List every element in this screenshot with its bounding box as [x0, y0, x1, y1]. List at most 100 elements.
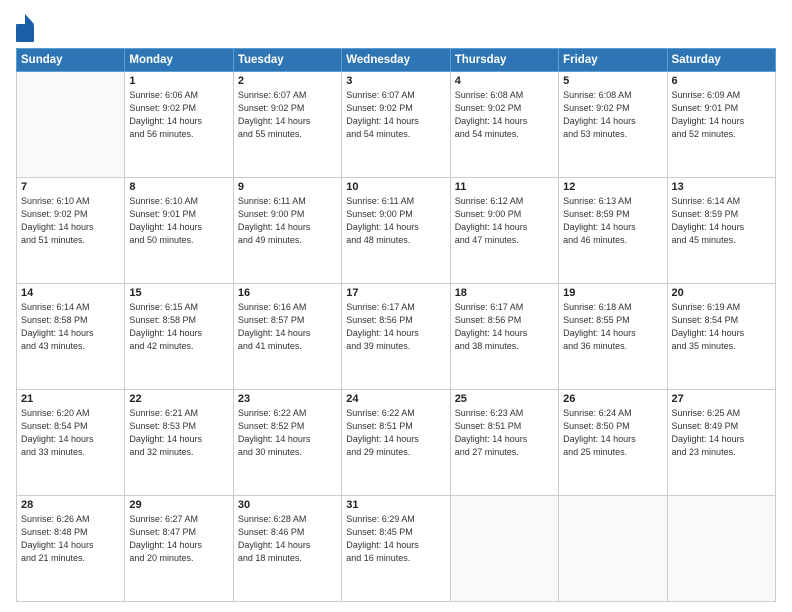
calendar-cell: 1 Sunrise: 6:06 AMSunset: 9:02 PMDaylight…	[125, 72, 233, 178]
day-number: 16	[238, 287, 337, 299]
calendar-cell: 27 Sunrise: 6:25 AMSunset: 8:49 PMDayligh…	[667, 390, 775, 496]
calendar-cell: 18 Sunrise: 6:17 AMSunset: 8:56 PMDayligh…	[450, 284, 558, 390]
day-number: 6	[672, 75, 771, 87]
cell-info: Sunrise: 6:21 AMSunset: 8:53 PMDaylight:…	[129, 407, 228, 459]
calendar-cell: 24 Sunrise: 6:22 AMSunset: 8:51 PMDayligh…	[342, 390, 450, 496]
cell-info: Sunrise: 6:14 AMSunset: 8:58 PMDaylight:…	[21, 301, 120, 353]
calendar-cell: 28 Sunrise: 6:26 AMSunset: 8:48 PMDayligh…	[17, 496, 125, 602]
calendar-cell	[559, 496, 667, 602]
day-number: 3	[346, 75, 445, 87]
cell-info: Sunrise: 6:09 AMSunset: 9:01 PMDaylight:…	[672, 89, 771, 141]
calendar-day-header: Tuesday	[233, 49, 341, 72]
calendar-day-header: Thursday	[450, 49, 558, 72]
cell-info: Sunrise: 6:08 AMSunset: 9:02 PMDaylight:…	[563, 89, 662, 141]
calendar-cell: 14 Sunrise: 6:14 AMSunset: 8:58 PMDayligh…	[17, 284, 125, 390]
calendar-day-header: Sunday	[17, 49, 125, 72]
day-number: 22	[129, 393, 228, 405]
day-number: 18	[455, 287, 554, 299]
calendar-cell: 19Sunrise: 6:18 AMSunset: 8:55 PMDayligh…	[559, 284, 667, 390]
cell-info: Sunrise: 6:15 AMSunset: 8:58 PMDaylight:…	[129, 301, 228, 353]
cell-info: Sunrise: 6:10 AMSunset: 9:02 PMDaylight:…	[21, 195, 120, 247]
calendar-day-header: Monday	[125, 49, 233, 72]
calendar-cell	[667, 496, 775, 602]
day-number: 30	[238, 499, 337, 511]
calendar-cell: 21 Sunrise: 6:20 AMSunset: 8:54 PMDayligh…	[17, 390, 125, 496]
calendar-cell: 25Sunrise: 6:23 AMSunset: 8:51 PMDayligh…	[450, 390, 558, 496]
day-number: 13	[672, 181, 771, 193]
calendar-cell	[450, 496, 558, 602]
cell-info: Sunrise: 6:25 AMSunset: 8:49 PMDaylight:…	[672, 407, 771, 459]
calendar-cell: 29 Sunrise: 6:27 AMSunset: 8:47 PMDayligh…	[125, 496, 233, 602]
day-number: 24	[346, 393, 445, 405]
day-number: 9	[238, 181, 337, 193]
cell-info: Sunrise: 6:17 AMSunset: 8:56 PMDaylight:…	[455, 301, 554, 353]
cell-info: Sunrise: 6:18 AMSunset: 8:55 PMDaylight:…	[563, 301, 662, 353]
day-number: 28	[21, 499, 120, 511]
cell-info: Sunrise: 6:14 AMSunset: 8:59 PMDaylight:…	[672, 195, 771, 247]
calendar-cell: 15Sunrise: 6:15 AMSunset: 8:58 PMDayligh…	[125, 284, 233, 390]
day-number: 10	[346, 181, 445, 193]
day-number: 23	[238, 393, 337, 405]
cell-info: Sunrise: 6:22 AMSunset: 8:52 PMDaylight:…	[238, 407, 337, 459]
cell-info: Sunrise: 6:28 AMSunset: 8:46 PMDaylight:…	[238, 513, 337, 565]
calendar-cell: 13 Sunrise: 6:14 AMSunset: 8:59 PMDayligh…	[667, 178, 775, 284]
calendar-cell: 10Sunrise: 6:11 AMSunset: 9:00 PMDayligh…	[342, 178, 450, 284]
cell-info: Sunrise: 6:17 AMSunset: 8:56 PMDaylight:…	[346, 301, 445, 353]
calendar-cell: 4 Sunrise: 6:08 AMSunset: 9:02 PMDaylight…	[450, 72, 558, 178]
cell-info: Sunrise: 6:20 AMSunset: 8:54 PMDaylight:…	[21, 407, 120, 459]
day-number: 31	[346, 499, 445, 511]
day-number: 2	[238, 75, 337, 87]
calendar-cell: 30 Sunrise: 6:28 AMSunset: 8:46 PMDayligh…	[233, 496, 341, 602]
header	[16, 10, 776, 42]
calendar-cell: 26 Sunrise: 6:24 AMSunset: 8:50 PMDayligh…	[559, 390, 667, 496]
cell-info: Sunrise: 6:27 AMSunset: 8:47 PMDaylight:…	[129, 513, 228, 565]
day-number: 29	[129, 499, 228, 511]
calendar-cell	[17, 72, 125, 178]
cell-info: Sunrise: 6:10 AMSunset: 9:01 PMDaylight:…	[129, 195, 228, 247]
calendar-cell: 8Sunrise: 6:10 AMSunset: 9:01 PMDaylight…	[125, 178, 233, 284]
day-number: 21	[21, 393, 120, 405]
calendar-cell: 7 Sunrise: 6:10 AMSunset: 9:02 PMDaylight…	[17, 178, 125, 284]
cell-info: Sunrise: 6:22 AMSunset: 8:51 PMDaylight:…	[346, 407, 445, 459]
calendar-cell: 16 Sunrise: 6:16 AMSunset: 8:57 PMDayligh…	[233, 284, 341, 390]
day-number: 5	[563, 75, 662, 87]
calendar-cell: 22 Sunrise: 6:21 AMSunset: 8:53 PMDayligh…	[125, 390, 233, 496]
calendar-week-row: 7 Sunrise: 6:10 AMSunset: 9:02 PMDaylight…	[17, 178, 776, 284]
cell-info: Sunrise: 6:26 AMSunset: 8:48 PMDaylight:…	[21, 513, 120, 565]
cell-info: Sunrise: 6:07 AMSunset: 9:02 PMDaylight:…	[238, 89, 337, 141]
cell-info: Sunrise: 6:16 AMSunset: 8:57 PMDaylight:…	[238, 301, 337, 353]
calendar-week-row: 28 Sunrise: 6:26 AMSunset: 8:48 PMDayligh…	[17, 496, 776, 602]
calendar-day-header: Wednesday	[342, 49, 450, 72]
calendar-week-row: 21 Sunrise: 6:20 AMSunset: 8:54 PMDayligh…	[17, 390, 776, 496]
calendar-cell: 20Sunrise: 6:19 AMSunset: 8:54 PMDayligh…	[667, 284, 775, 390]
calendar-cell: 9 Sunrise: 6:11 AMSunset: 9:00 PMDaylight…	[233, 178, 341, 284]
calendar-day-header: Friday	[559, 49, 667, 72]
day-number: 26	[563, 393, 662, 405]
page: SundayMondayTuesdayWednesdayThursdayFrid…	[0, 0, 792, 612]
calendar-table: SundayMondayTuesdayWednesdayThursdayFrid…	[16, 48, 776, 602]
calendar-cell: 11 Sunrise: 6:12 AMSunset: 9:00 PMDayligh…	[450, 178, 558, 284]
day-number: 1	[129, 75, 228, 87]
day-number: 12	[563, 181, 662, 193]
cell-info: Sunrise: 6:11 AMSunset: 9:00 PMDaylight:…	[238, 195, 337, 247]
calendar-cell: 31Sunrise: 6:29 AMSunset: 8:45 PMDayligh…	[342, 496, 450, 602]
day-number: 27	[672, 393, 771, 405]
day-number: 17	[346, 287, 445, 299]
cell-info: Sunrise: 6:12 AMSunset: 9:00 PMDaylight:…	[455, 195, 554, 247]
cell-info: Sunrise: 6:08 AMSunset: 9:02 PMDaylight:…	[455, 89, 554, 141]
calendar-cell: 3 Sunrise: 6:07 AMSunset: 9:02 PMDaylight…	[342, 72, 450, 178]
day-number: 25	[455, 393, 554, 405]
calendar-cell: 23 Sunrise: 6:22 AMSunset: 8:52 PMDayligh…	[233, 390, 341, 496]
day-number: 14	[21, 287, 120, 299]
cell-info: Sunrise: 6:13 AMSunset: 8:59 PMDaylight:…	[563, 195, 662, 247]
day-number: 11	[455, 181, 554, 193]
cell-info: Sunrise: 6:07 AMSunset: 9:02 PMDaylight:…	[346, 89, 445, 141]
calendar-cell: 2 Sunrise: 6:07 AMSunset: 9:02 PMDaylight…	[233, 72, 341, 178]
cell-info: Sunrise: 6:24 AMSunset: 8:50 PMDaylight:…	[563, 407, 662, 459]
calendar-cell: 17 Sunrise: 6:17 AMSunset: 8:56 PMDayligh…	[342, 284, 450, 390]
calendar-header-row: SundayMondayTuesdayWednesdayThursdayFrid…	[17, 49, 776, 72]
calendar-week-row: 1 Sunrise: 6:06 AMSunset: 9:02 PMDaylight…	[17, 72, 776, 178]
cell-info: Sunrise: 6:06 AMSunset: 9:02 PMDaylight:…	[129, 89, 228, 141]
day-number: 7	[21, 181, 120, 193]
day-number: 4	[455, 75, 554, 87]
